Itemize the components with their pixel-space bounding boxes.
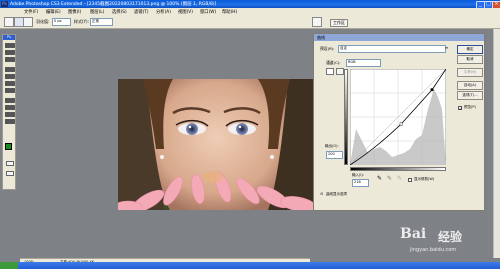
options-button[interactable]: 选项(T)...: [457, 91, 483, 100]
curve-control-point[interactable]: [430, 88, 434, 92]
workspace-button[interactable]: 工作区: [330, 19, 348, 27]
channel-select[interactable]: RGB: [346, 59, 381, 67]
ok-button[interactable]: 确定: [457, 45, 483, 54]
options-bar: 羽化值: 0 px 样式(Y): 正常 工作区: [0, 14, 500, 29]
curves-graph[interactable]: [350, 69, 446, 165]
output-gradient-bar: [344, 69, 348, 165]
feather-label: 羽化值:: [36, 19, 50, 24]
preview-label: 预览(P): [464, 105, 476, 109]
watermark-url: jingyan.baidu.com: [410, 247, 457, 253]
curves-title-bar: 曲线: [314, 34, 484, 41]
dodge-tool-icon[interactable]: [10, 88, 15, 93]
marquee-tool-icon-2[interactable]: [10, 43, 15, 48]
show-clipping-checkbox[interactable]: [408, 178, 412, 182]
magic-wand-icon[interactable]: [10, 50, 15, 55]
curves-title: 曲线: [317, 35, 325, 40]
curve-options-label[interactable]: 曲线显示选项: [326, 192, 347, 197]
baidu-watermark-logo: Bai: [400, 226, 427, 242]
show-clipping-label: 显示修剪(W): [414, 177, 435, 181]
white-eyedropper-icon[interactable]: ✎: [397, 175, 402, 182]
add-selection-icon[interactable]: [23, 17, 33, 27]
auto-button[interactable]: 自动(A): [457, 81, 483, 90]
expand-options-icon[interactable]: ⊙: [320, 191, 323, 196]
bridge-icon[interactable]: [312, 17, 322, 27]
windows-taskbar: [0, 262, 500, 269]
window-title: Adobe Photoshop CS3 Extended - [2345截图20…: [10, 2, 217, 7]
output-field[interactable]: 200: [326, 151, 343, 159]
smooth-button[interactable]: 平滑(M): [457, 68, 483, 77]
photoshop-logo-icon: Ps: [1, 1, 8, 7]
output-label: 输出(O):: [325, 144, 339, 148]
type-tool-icon[interactable]: [10, 98, 15, 103]
foreground-color-swatch[interactable]: [5, 143, 12, 150]
cancel-button[interactable]: 取消: [457, 55, 483, 64]
screen-mode-icon[interactable]: [6, 171, 14, 176]
input-field[interactable]: 218: [352, 179, 369, 187]
black-eyedropper-icon[interactable]: ✎: [377, 175, 382, 182]
feather-input[interactable]: 0 px: [52, 18, 71, 26]
input-gradient-bar: [350, 167, 446, 171]
preset-select[interactable]: 自定: [338, 45, 446, 53]
document-canvas[interactable]: [118, 79, 314, 210]
curve-control-point[interactable]: [399, 122, 403, 126]
portrait-image: [118, 79, 314, 210]
curve-point-tool-icon[interactable]: [326, 68, 334, 75]
zoom-tool-icon[interactable]: [10, 119, 15, 124]
gradient-tool-icon[interactable]: [10, 81, 15, 86]
watermark-text: 经验: [438, 230, 463, 244]
title-bar: Ps Adobe Photoshop CS3 Extended - [2345截…: [0, 0, 500, 9]
gray-eyedropper-icon[interactable]: ✎: [387, 175, 392, 182]
start-button[interactable]: [0, 262, 18, 269]
eyedropper-icon[interactable]: [10, 112, 15, 117]
input-label: 输入(I):: [352, 173, 364, 177]
style-label: 样式(Y):: [74, 19, 89, 24]
right-scrollbar[interactable]: [493, 29, 500, 258]
pencil-tool-icon[interactable]: [336, 68, 344, 75]
toolbox-header: Ps: [3, 35, 15, 40]
slice-tool-icon[interactable]: [10, 57, 15, 62]
history-brush-icon[interactable]: [10, 74, 15, 79]
marquee-tool-icon[interactable]: [4, 17, 14, 27]
channel-label: 通道(C):: [326, 60, 341, 65]
preset-label: 预设(R):: [320, 46, 335, 51]
toolbox-panel: Ps: [2, 34, 16, 190]
brush-tool-icon[interactable]: [10, 67, 15, 72]
style-select[interactable]: 正常: [90, 18, 113, 26]
preview-checkbox[interactable]: ✓: [458, 106, 462, 111]
quick-mask-icon[interactable]: [6, 161, 14, 166]
curves-dialog: 曲线 预设(R): 自定 ≡ 通道(C): RGB 输出(O): 200 输入(…: [313, 33, 485, 211]
shape-tool-icon[interactable]: [10, 105, 15, 110]
preset-menu-icon[interactable]: ≡: [445, 45, 448, 50]
